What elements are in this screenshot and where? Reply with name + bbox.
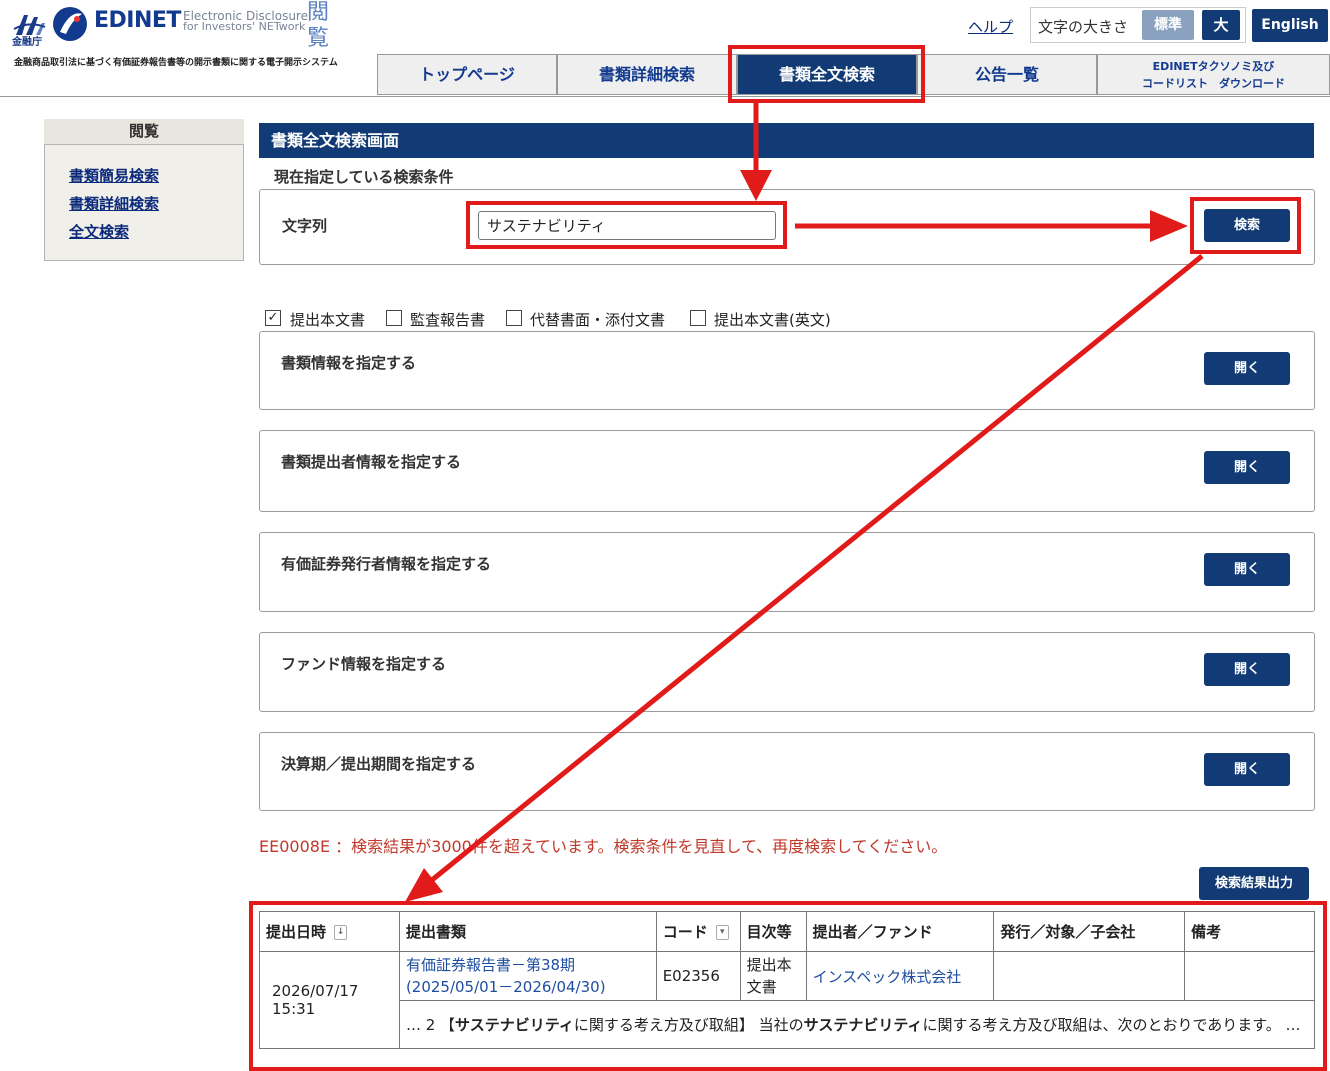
arrowhead-right-icon (1150, 210, 1188, 242)
arrow-search-to-results (430, 254, 1204, 882)
arrowhead-down-icon (740, 170, 772, 201)
annotation-arrows (405, 103, 1204, 902)
